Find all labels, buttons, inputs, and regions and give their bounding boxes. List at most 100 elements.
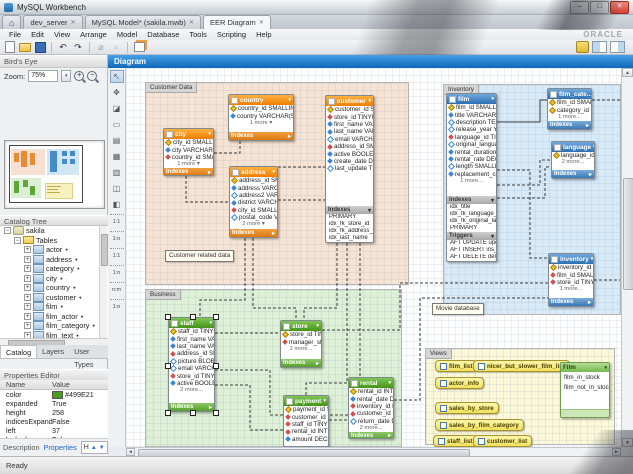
canvas-vertical-scrollbar[interactable]: ▲ ▼ (621, 68, 633, 447)
view-actor_info[interactable]: actor_info (435, 377, 484, 389)
column-row[interactable]: postal_code VARCH... (230, 214, 277, 221)
view-customer_list[interactable]: customer_list (473, 435, 532, 447)
column-row[interactable]: city_id SMALLINT (230, 207, 277, 214)
expander-icon[interactable]: + (24, 275, 31, 282)
arrow-down-icon[interactable]: ▼ (99, 445, 105, 451)
color-tool-icon[interactable] (576, 41, 589, 53)
column-row[interactable]: address_id SMALL... (230, 177, 277, 184)
expander-icon[interactable]: + (24, 256, 31, 263)
selection-handle[interactable] (165, 314, 171, 320)
section-header-indexes[interactable]: Indexes▾ (326, 206, 373, 214)
table-header[interactable]: address▾ (230, 167, 277, 177)
expander-icon[interactable]: + (24, 303, 31, 310)
table-inventory[interactable]: inventory▾inventory_id MEDI...film_id SM… (548, 253, 594, 307)
expander-icon[interactable]: + (24, 265, 31, 272)
column-row[interactable]: customer_id SMALL... (326, 106, 373, 113)
expander-icon[interactable]: − (14, 237, 21, 244)
column-row[interactable]: email VARCHAR(50) (326, 136, 373, 143)
table-address[interactable]: address▾address_id SMALL...address VARCH… (229, 166, 278, 238)
tree-vertical-scrollbar[interactable] (99, 226, 107, 338)
tree-item-customer[interactable]: +customer● (0, 293, 108, 303)
view-nicer_but_slower_film_list[interactable]: nicer_but_slower_film_list (473, 360, 570, 372)
column-row[interactable]: last_name VARCHA... (326, 128, 373, 135)
menu-edit[interactable]: Edit (26, 30, 49, 39)
expander-icon[interactable]: + (24, 322, 31, 329)
view-staff_list[interactable]: staff_list (433, 435, 477, 447)
column-row[interactable]: email VARCHAR(50) (169, 365, 214, 372)
column-row[interactable]: amount DECIMA... (284, 436, 328, 443)
redo-button[interactable]: ↷ (72, 42, 84, 53)
cursor-tool[interactable]: ↖ (110, 70, 124, 83)
table-header[interactable]: film_cate...▾ (548, 89, 591, 99)
property-row-expanded[interactable]: expandedTrue (0, 399, 108, 408)
view-tool[interactable]: ◫ (110, 182, 124, 195)
table-header[interactable]: store▾ (281, 321, 321, 331)
arrow-up-icon[interactable]: ▲ (91, 445, 97, 451)
rel-1-1-non-identifying-tool[interactable]: 1:1 (110, 214, 124, 228)
minimap-viewport[interactable] (9, 145, 83, 203)
more-columns-toggle[interactable]: 1 more ▾ (229, 120, 293, 127)
selection-handle[interactable] (213, 363, 219, 369)
close-icon[interactable]: ✕ (189, 19, 194, 26)
column-row[interactable]: rental_duration TIN... (447, 148, 496, 155)
tree-item-schema[interactable]: −sakila (0, 226, 108, 236)
column-row[interactable]: staff_id TINYINT (284, 421, 328, 428)
tree-item-tables-folder[interactable]: −Tables (0, 236, 108, 246)
selection-handle[interactable] (213, 410, 219, 416)
view-sales_by_store[interactable]: sales_by_store (435, 402, 499, 414)
tab-user-types[interactable]: User Types (69, 345, 108, 358)
column-row[interactable]: city VARCHAR(50) (164, 146, 213, 153)
table-header[interactable]: film▾ (447, 94, 496, 104)
table-footer-indexes[interactable]: Indexes▸ (349, 432, 393, 439)
chevron-down-icon[interactable]: ▾ (591, 256, 593, 262)
column-row[interactable]: original_language_i... (447, 141, 496, 148)
column-row[interactable]: active BOOLEAN (169, 380, 214, 387)
menu-tools[interactable]: Tools (184, 30, 212, 39)
column-row[interactable]: district VARCHAR(20) (230, 199, 277, 206)
tree-item-actor[interactable]: +actor● (0, 245, 108, 255)
table-header[interactable]: city▾ (164, 129, 213, 139)
column-row[interactable]: customer_id SMA... (349, 410, 393, 417)
column-row[interactable]: length SMALLINT (447, 163, 496, 170)
save-model-button[interactable] (34, 42, 46, 53)
tree-item-film_category[interactable]: +film_category● (0, 321, 108, 331)
menu-model[interactable]: Model (112, 30, 142, 39)
tree-item-city[interactable]: +city● (0, 274, 108, 284)
image-tool[interactable]: ▦ (110, 150, 124, 163)
tab-catalog[interactable]: Catalog (0, 345, 37, 358)
table-footer-indexes[interactable]: Indexes▸ (230, 229, 277, 237)
zoom-combo[interactable]: 75% (28, 70, 58, 82)
zoom-in-icon[interactable]: + (74, 71, 84, 81)
history-box[interactable]: H▲▼ (81, 441, 108, 454)
open-model-button[interactable] (19, 42, 31, 53)
expander-icon[interactable]: + (24, 313, 31, 320)
more-columns-toggle[interactable]: 2 more... (169, 387, 214, 394)
new-document-button[interactable] (4, 42, 16, 53)
chevron-down-icon[interactable]: ▾ (368, 98, 371, 104)
table-film[interactable]: film▾film_id SMALLINTtitle VARCHAR(255)d… (446, 93, 497, 262)
menu-view[interactable]: View (49, 30, 75, 39)
chevron-down-icon[interactable]: ▾ (288, 97, 291, 103)
eraser-tool[interactable]: ◪ (110, 102, 124, 115)
new-diagram-button[interactable] (133, 42, 145, 53)
canvas-horizontal-scrollbar[interactable]: ◄ ► (126, 447, 621, 456)
column-row[interactable]: first_name VARCHA... (326, 121, 373, 128)
undo-button[interactable]: ↶ (57, 42, 69, 53)
menu-database[interactable]: Database (142, 30, 184, 39)
section-header-triggers[interactable]: Triggers▾ (447, 232, 496, 240)
column-row[interactable]: first_name VARCH... (169, 335, 214, 342)
chevron-down-icon[interactable]: ▾ (323, 398, 326, 404)
column-row[interactable]: film_id SMALLINT (549, 271, 593, 278)
column-row[interactable]: film_id SMALLINT (548, 99, 591, 106)
routine-group-film[interactable]: Film▾film_in_stockfilm_not_in_stock (560, 362, 610, 418)
routine-group-header[interactable]: Film▾ (561, 363, 609, 372)
column-row[interactable]: rental_rate DECIMA... (447, 156, 496, 163)
maximize-button[interactable]: □ (590, 1, 609, 14)
table-customer[interactable]: customer▾customer_id SMALL...store_id TI… (325, 95, 374, 243)
tree-item-address[interactable]: +address● (0, 255, 108, 265)
close-button[interactable]: ✕ (610, 1, 629, 14)
more-columns-toggle[interactable]: 1 more... (548, 114, 591, 121)
tab-eer-diagram[interactable]: EER Diagram✕ (203, 15, 271, 29)
table-store[interactable]: store▾store_id TINYINTmanager_staff_id .… (280, 320, 322, 368)
column-row[interactable]: store_id TINYINT (549, 279, 593, 286)
